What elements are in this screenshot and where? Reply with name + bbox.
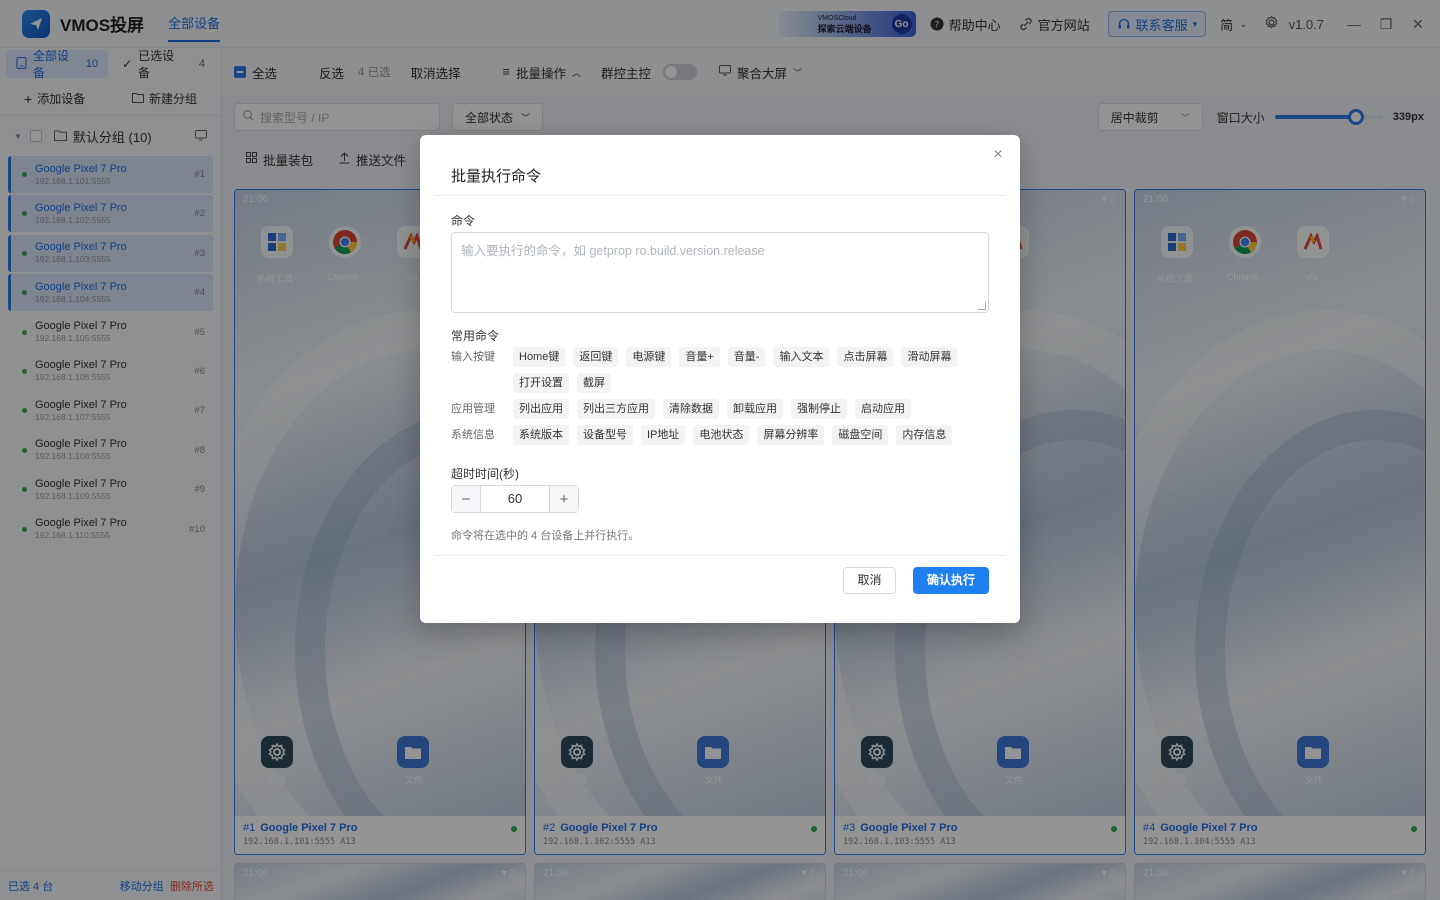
command-chip[interactable]: 点击屏幕 xyxy=(837,347,894,367)
command-chip[interactable]: 卸载应用 xyxy=(727,399,783,419)
command-chip[interactable]: 设备型号 xyxy=(577,425,633,445)
command-chip[interactable]: Home键 xyxy=(513,347,566,367)
command-chip[interactable]: 截屏 xyxy=(577,373,611,393)
command-category-label: 输入按键 xyxy=(451,351,495,363)
dialog-title: 批量执行命令 xyxy=(451,168,542,185)
dialog-divider xyxy=(434,195,1006,196)
timeout-input[interactable]: 60 xyxy=(480,486,550,512)
cancel-button[interactable]: 取消 xyxy=(843,567,896,594)
command-chip[interactable]: 系统版本 xyxy=(513,425,569,445)
command-chip[interactable]: 打开设置 xyxy=(513,373,569,393)
command-chip[interactable]: 输入文本 xyxy=(773,347,830,367)
command-placeholder: 输入要执行的命令，如 getprop ro.build.version.rele… xyxy=(461,244,765,258)
timeout-stepper: − 60 + xyxy=(451,485,579,513)
command-chip[interactable]: 电源键 xyxy=(626,347,672,367)
dialog-footer-divider xyxy=(434,555,1006,556)
command-label: 命令 xyxy=(451,214,476,228)
confirm-execute-button[interactable]: 确认执行 xyxy=(913,567,989,594)
command-chip[interactable]: 电池状态 xyxy=(693,425,750,445)
command-chip[interactable]: 列出应用 xyxy=(513,399,569,419)
command-chip[interactable]: 屏幕分辨率 xyxy=(757,425,825,445)
execution-hint: 命令将在选中的 4 台设备上并行执行。 xyxy=(451,530,640,542)
command-category-row: 应用管理 列出应用 列出三方应用 清除数据 卸载应用 强制停止 启动应用 xyxy=(451,399,983,419)
decrement-button[interactable]: − xyxy=(452,486,480,512)
command-chip[interactable]: 强制停止 xyxy=(791,399,847,419)
command-chip[interactable]: 音量+ xyxy=(679,347,720,367)
command-chip[interactable]: 启动应用 xyxy=(855,399,911,419)
command-chip[interactable]: 音量- xyxy=(727,347,766,367)
batch-command-dialog: 批量执行命令 × 命令 输入要执行的命令，如 getprop ro.build.… xyxy=(420,135,1020,623)
command-category-row: 输入按键 Home键 返回键 电源键 音量+ 音量- 输入文本 点击屏幕 滑动屏幕打开设置 截屏 xyxy=(451,347,983,393)
common-commands-label: 常用命令 xyxy=(451,329,500,343)
resize-handle-icon[interactable] xyxy=(978,302,986,310)
command-category-row: 系统信息 系统版本 设备型号 IP地址 电池状态 屏幕分辨率 磁盘空间 内存信息 xyxy=(451,425,983,445)
command-chip[interactable]: 清除数据 xyxy=(663,399,719,419)
command-chip[interactable]: IP地址 xyxy=(641,425,686,445)
timeout-label: 超时时间(秒) xyxy=(451,467,519,481)
command-category-label: 应用管理 xyxy=(451,403,495,415)
close-icon[interactable]: × xyxy=(990,147,1006,163)
command-chip[interactable]: 返回键 xyxy=(573,347,619,367)
command-category-label: 系统信息 xyxy=(451,429,495,441)
command-textarea[interactable]: 输入要执行的命令，如 getprop ro.build.version.rele… xyxy=(451,232,989,313)
command-chip[interactable]: 滑动屏幕 xyxy=(901,347,958,367)
command-chip[interactable]: 列出三方应用 xyxy=(577,399,655,419)
increment-button[interactable]: + xyxy=(550,486,578,512)
command-chip[interactable]: 内存信息 xyxy=(896,425,953,445)
command-chip[interactable]: 磁盘空间 xyxy=(832,425,889,445)
